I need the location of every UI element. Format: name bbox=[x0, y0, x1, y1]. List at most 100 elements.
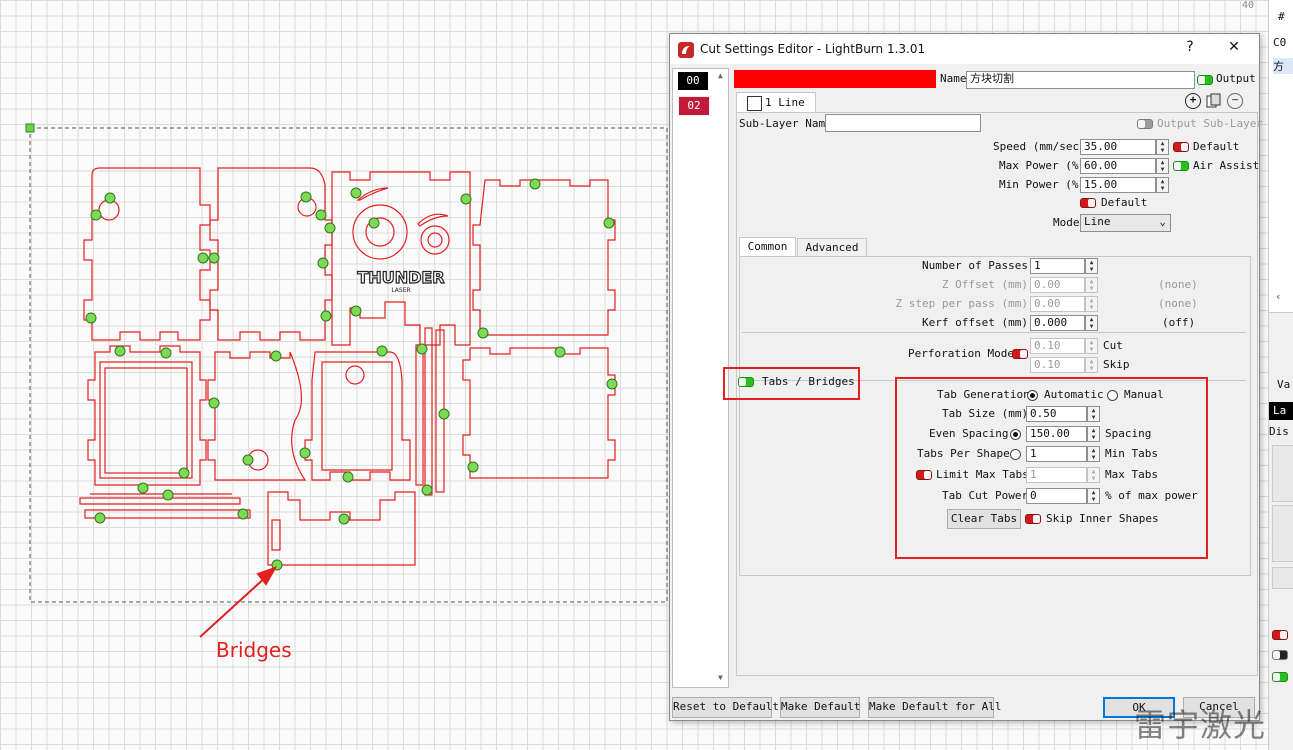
z-step-spinner[interactable]: ▲ ▼ bbox=[1085, 296, 1098, 312]
make-default-all-button[interactable]: Make Default for All bbox=[868, 697, 1001, 718]
right-la[interactable]: La bbox=[1269, 402, 1293, 420]
perf-skip-label: Skip bbox=[1103, 358, 1130, 371]
sublayer-name-field[interactable] bbox=[825, 114, 981, 132]
right-toggle-2[interactable] bbox=[1272, 650, 1288, 660]
passes-field[interactable]: 1 bbox=[1030, 258, 1085, 274]
watermark: 雷宇激光 bbox=[1134, 706, 1267, 744]
skip-inner-toggle[interactable] bbox=[1025, 514, 1041, 524]
tab-marker bbox=[178, 467, 190, 479]
layer-item-00[interactable]: 00 bbox=[678, 72, 708, 90]
tabs-per-shape-radio[interactable] bbox=[1010, 449, 1021, 460]
tab-marker bbox=[162, 489, 174, 501]
strip-1 bbox=[79, 497, 241, 505]
reset-default-button[interactable]: Reset to Default bbox=[672, 697, 779, 718]
tab-marker bbox=[242, 454, 254, 466]
tab-marker bbox=[324, 222, 336, 234]
tab-cut-power-field[interactable]: 0 bbox=[1026, 488, 1087, 504]
pct-max-power-label: % of max power bbox=[1105, 489, 1198, 502]
even-spacing-spinner[interactable]: ▲ ▼ bbox=[1087, 426, 1100, 442]
tab-marker bbox=[114, 345, 126, 357]
make-default-button[interactable]: Make Default bbox=[780, 697, 860, 718]
limit-max-field[interactable]: 1 bbox=[1026, 467, 1087, 483]
bridges-label: Bridges bbox=[216, 638, 292, 662]
output-label: Output bbox=[1216, 72, 1256, 85]
kerf-field[interactable]: 0.000 bbox=[1030, 315, 1085, 331]
help-button[interactable]: ? bbox=[1178, 39, 1202, 59]
right-box-3[interactable] bbox=[1272, 567, 1293, 589]
part-6 bbox=[207, 351, 307, 481]
tab-marker bbox=[208, 397, 220, 409]
speed-spinner[interactable]: ▲ ▼ bbox=[1156, 139, 1169, 155]
tab-advanced[interactable]: Advanced bbox=[797, 238, 867, 257]
passes-spinner[interactable]: ▲ ▼ bbox=[1085, 258, 1098, 274]
tab-cut-power-spinner[interactable]: ▲ ▼ bbox=[1087, 488, 1100, 504]
air-assist-toggle[interactable] bbox=[1173, 161, 1189, 171]
clear-tabs-button[interactable]: Clear Tabs bbox=[947, 509, 1021, 529]
tabs-per-shape-label: Tabs Per Shape bbox=[917, 447, 1010, 460]
mode-select[interactable]: Line ⌄ bbox=[1080, 214, 1171, 232]
right-toggle-3[interactable] bbox=[1272, 672, 1288, 682]
z-offset-field[interactable]: 0.00 bbox=[1030, 277, 1085, 293]
output-toggle[interactable] bbox=[1197, 75, 1213, 85]
tabs-bridges-toggle[interactable] bbox=[738, 377, 754, 387]
dialog-title: Cut Settings Editor - LightBurn 1.3.01 bbox=[700, 42, 926, 56]
perf-cut-spinner[interactable]: ▲ ▼ bbox=[1085, 338, 1098, 354]
even-spacing-radio[interactable] bbox=[1010, 429, 1021, 440]
passes-label: Number of Passes bbox=[922, 259, 1028, 272]
perf-skip-field[interactable]: 0.10 bbox=[1030, 357, 1085, 373]
output-sublayer-toggle[interactable] bbox=[1137, 119, 1153, 129]
manual-label: Manual bbox=[1124, 388, 1164, 401]
layer-list[interactable]: 00 02 ▲ ▼ bbox=[672, 68, 729, 688]
slot-3 bbox=[415, 344, 424, 486]
z-step-field[interactable]: 0.00 bbox=[1030, 296, 1085, 312]
tab-size-spinner[interactable]: ▲ ▼ bbox=[1087, 406, 1100, 422]
sublayer-tab[interactable]: 1 Line bbox=[736, 92, 816, 113]
part-8 bbox=[462, 347, 616, 479]
speed-field[interactable]: 35.00 bbox=[1080, 139, 1156, 155]
even-spacing-field[interactable]: 150.00 bbox=[1026, 426, 1087, 442]
right-hash: # bbox=[1278, 10, 1285, 23]
part-3 bbox=[331, 171, 471, 346]
perf-cut-field[interactable]: 0.10 bbox=[1030, 338, 1085, 354]
max-power-field[interactable]: 60.00 bbox=[1080, 158, 1156, 174]
add-sublayer-icon[interactable]: + bbox=[1185, 93, 1201, 109]
max-power-spinner[interactable]: ▲ ▼ bbox=[1156, 158, 1169, 174]
name-field[interactable]: 方块切割 bbox=[966, 71, 1195, 89]
close-button[interactable]: ✕ bbox=[1222, 39, 1246, 59]
scroll-left-icon[interactable]: ‹ bbox=[1275, 290, 1282, 303]
z-offset-label: Z Offset (mm) bbox=[941, 278, 1028, 291]
right-va[interactable]: Va bbox=[1277, 378, 1290, 391]
max-tabs-label: Max Tabs bbox=[1105, 468, 1158, 481]
z-offset-spinner[interactable]: ▲ ▼ bbox=[1085, 277, 1098, 293]
remove-sublayer-icon[interactable]: − bbox=[1227, 93, 1243, 109]
kerf-note: (off) bbox=[1162, 316, 1196, 329]
scroll-down-icon[interactable]: ▼ bbox=[718, 673, 723, 682]
perf-toggle[interactable] bbox=[1012, 349, 1028, 359]
even-spacing-label: Even Spacing bbox=[929, 427, 1009, 440]
limit-max-spinner[interactable]: ▲ ▼ bbox=[1087, 467, 1100, 483]
perf-skip-spinner[interactable]: ▲ ▼ bbox=[1085, 357, 1098, 373]
default-speed-toggle[interactable] bbox=[1173, 142, 1189, 152]
right-toggle-1[interactable] bbox=[1272, 630, 1288, 640]
scroll-up-icon[interactable]: ▲ bbox=[718, 71, 723, 80]
min-power-field[interactable]: 15.00 bbox=[1080, 177, 1156, 193]
limit-max-toggle[interactable] bbox=[916, 470, 932, 480]
copy-sublayer-icon[interactable] bbox=[1206, 93, 1222, 109]
sublayer-checkbox[interactable] bbox=[747, 96, 762, 111]
tabs-per-shape-spinner[interactable]: ▲ ▼ bbox=[1087, 446, 1100, 462]
right-box-2[interactable] bbox=[1272, 505, 1293, 562]
manual-radio[interactable] bbox=[1107, 390, 1118, 401]
tabs-per-shape-field[interactable]: 1 bbox=[1026, 446, 1087, 462]
layer-color-swatch[interactable] bbox=[734, 70, 936, 88]
kerf-spinner[interactable]: ▲ ▼ bbox=[1085, 315, 1098, 331]
tab-marker bbox=[85, 312, 97, 324]
layer-item-02[interactable]: 02 bbox=[678, 96, 710, 116]
right-dis: Dis bbox=[1269, 425, 1289, 438]
tab-common[interactable]: Common bbox=[739, 237, 796, 257]
tab-size-field[interactable]: 0.50 bbox=[1026, 406, 1087, 422]
default-power-toggle[interactable] bbox=[1080, 198, 1096, 208]
min-power-spinner[interactable]: ▲ ▼ bbox=[1156, 177, 1169, 193]
right-box-1[interactable] bbox=[1272, 445, 1293, 502]
tab-marker bbox=[350, 305, 362, 317]
automatic-radio[interactable] bbox=[1027, 390, 1038, 401]
